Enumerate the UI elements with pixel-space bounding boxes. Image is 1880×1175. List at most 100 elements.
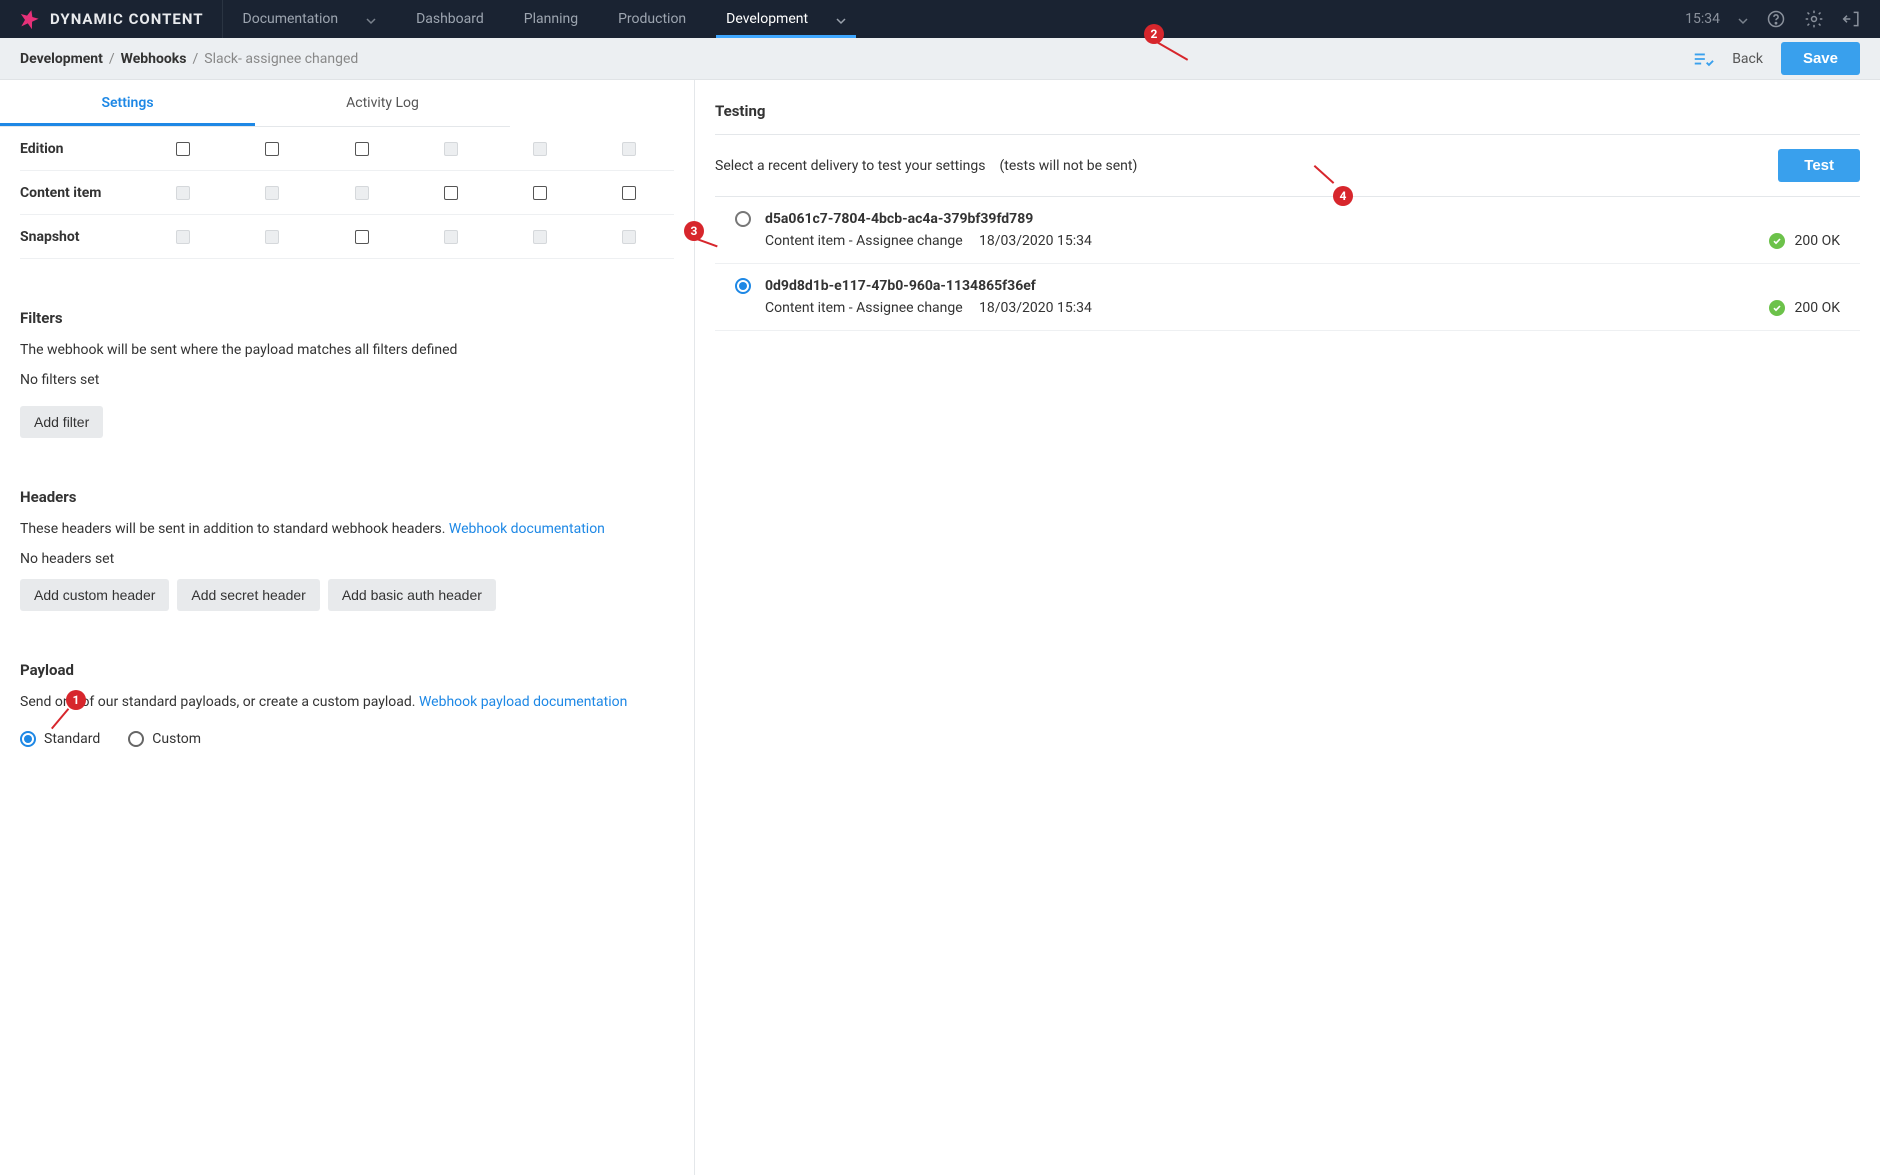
event-cell xyxy=(138,142,227,156)
crumb-actions: Back Save xyxy=(1692,42,1860,75)
testing-title: Testing xyxy=(715,102,1860,120)
left-tabs: Settings Activity Log xyxy=(0,80,510,127)
save-button[interactable]: Save xyxy=(1781,42,1860,75)
headers-section: Headers These headers will be sent in ad… xyxy=(0,468,694,631)
brand: DYNAMIC CONTENT xyxy=(0,0,223,38)
nav-items: Documentation Dashboard Planning Product… xyxy=(223,0,867,38)
brand-text: DYNAMIC CONTENT xyxy=(50,10,204,28)
delivery-id: d5a061c7-7804-4bcb-ac4a-379bf39fd789 xyxy=(765,211,1033,227)
nav-time: 15:34 xyxy=(1685,11,1720,27)
filters-title: Filters xyxy=(20,309,674,327)
checkbox xyxy=(176,186,190,200)
help-icon[interactable] xyxy=(1766,9,1786,29)
payload-desc: Send one of our standard payloads, or cr… xyxy=(20,693,674,713)
nav-label: Production xyxy=(618,11,686,27)
crumb-webhooks[interactable]: Webhooks xyxy=(121,51,187,67)
logout-icon[interactable] xyxy=(1842,9,1862,29)
left-panel: Settings Activity Log EditionContent ite… xyxy=(0,80,695,1175)
deliveries-list: d5a061c7-7804-4bcb-ac4a-379bf39fd789Cont… xyxy=(695,197,1880,331)
checkbox xyxy=(265,186,279,200)
event-cell xyxy=(585,142,674,156)
nav-planning[interactable]: Planning xyxy=(504,0,598,38)
nav-dashboard[interactable]: Dashboard xyxy=(396,0,504,38)
main: 1 3 4 Settings Activity Log EditionConte… xyxy=(0,80,1880,1175)
event-row-label: Snapshot xyxy=(20,229,138,245)
tab-settings[interactable]: Settings xyxy=(0,80,255,126)
checkbox[interactable] xyxy=(265,142,279,156)
breadcrumb-bar: Development / Webhooks / Slack- assignee… xyxy=(0,38,1880,80)
add-basic-auth-header-button[interactable]: Add basic auth header xyxy=(328,579,496,611)
nav-documentation[interactable]: Documentation xyxy=(223,0,397,38)
checkbox[interactable] xyxy=(355,230,369,244)
event-cell xyxy=(495,142,584,156)
checkbox xyxy=(444,230,458,244)
checkbox[interactable] xyxy=(355,142,369,156)
checkbox[interactable] xyxy=(176,142,190,156)
back-button[interactable]: Back xyxy=(1732,51,1763,67)
nav-production[interactable]: Production xyxy=(598,0,706,38)
checkbox[interactable] xyxy=(533,186,547,200)
add-filter-button[interactable]: Add filter xyxy=(20,406,103,438)
event-cell xyxy=(406,230,495,244)
testing-sub: Select a recent delivery to test your se… xyxy=(715,158,985,174)
nav-development[interactable]: Development xyxy=(706,0,866,38)
checkbox xyxy=(622,230,636,244)
event-cell xyxy=(585,230,674,244)
list-check-icon[interactable] xyxy=(1692,48,1714,70)
event-cell xyxy=(406,142,495,156)
delivery-date: 18/03/2020 15:34 xyxy=(979,300,1092,316)
nav-label: Dashboard xyxy=(416,11,484,27)
payload-standard-radio[interactable]: Standard xyxy=(20,731,100,747)
check-icon xyxy=(1769,300,1785,316)
checkbox xyxy=(355,186,369,200)
radio-label: Standard xyxy=(44,731,100,747)
event-row-label: Content item xyxy=(20,185,138,201)
delivery-radio[interactable] xyxy=(735,211,751,227)
chevron-down-icon[interactable] xyxy=(1738,14,1748,24)
filters-section: Filters The webhook will be sent where t… xyxy=(0,289,694,458)
add-custom-header-button[interactable]: Add custom header xyxy=(20,579,169,611)
event-cell xyxy=(317,230,406,244)
checkbox[interactable] xyxy=(622,186,636,200)
test-button[interactable]: Test xyxy=(1778,149,1860,182)
checkbox xyxy=(444,142,458,156)
headers-title: Headers xyxy=(20,488,674,506)
crumb-sep: / xyxy=(109,51,115,67)
event-cell xyxy=(228,230,317,244)
event-cell xyxy=(317,186,406,200)
radio-icon xyxy=(128,731,144,747)
payload-custom-radio[interactable]: Custom xyxy=(128,731,201,747)
event-row: Snapshot xyxy=(20,215,674,259)
checkbox xyxy=(622,142,636,156)
crumb-dev[interactable]: Development xyxy=(20,51,103,67)
event-cell xyxy=(138,186,227,200)
nav-label: Development xyxy=(726,11,808,27)
checkbox xyxy=(533,230,547,244)
payload-section: Payload Send one of our standard payload… xyxy=(0,641,694,767)
right-panel: Testing Select a recent delivery to test… xyxy=(695,80,1880,1175)
chevron-down-icon xyxy=(836,14,846,24)
delivery-status: 200 OK xyxy=(1769,300,1841,316)
delivery-item[interactable]: 0d9d8d1b-e117-47b0-960a-1134865f36efCont… xyxy=(715,264,1860,331)
event-cell xyxy=(585,186,674,200)
delivery-radio[interactable] xyxy=(735,278,751,294)
delivery-item[interactable]: d5a061c7-7804-4bcb-ac4a-379bf39fd789Cont… xyxy=(715,197,1860,264)
checkbox xyxy=(265,230,279,244)
checkbox[interactable] xyxy=(444,186,458,200)
payload-title: Payload xyxy=(20,661,674,679)
crumb-sep: / xyxy=(192,51,198,67)
radio-label: Custom xyxy=(152,731,201,747)
chevron-down-icon xyxy=(366,14,376,24)
add-secret-header-button[interactable]: Add secret header xyxy=(177,579,319,611)
gear-icon[interactable] xyxy=(1804,9,1824,29)
logo-icon xyxy=(18,8,40,30)
tab-activity-log[interactable]: Activity Log xyxy=(255,80,510,126)
delivery-date: 18/03/2020 15:34 xyxy=(979,233,1092,249)
event-cell xyxy=(406,186,495,200)
filters-desc: The webhook will be sent where the paylo… xyxy=(20,341,674,361)
event-row: Content item xyxy=(20,171,674,215)
delivery-id: 0d9d8d1b-e117-47b0-960a-1134865f36ef xyxy=(765,278,1036,294)
webhook-payload-doc-link[interactable]: Webhook payload documentation xyxy=(419,694,627,710)
nav-label: Documentation xyxy=(243,11,339,27)
webhook-doc-link[interactable]: Webhook documentation xyxy=(449,521,605,537)
